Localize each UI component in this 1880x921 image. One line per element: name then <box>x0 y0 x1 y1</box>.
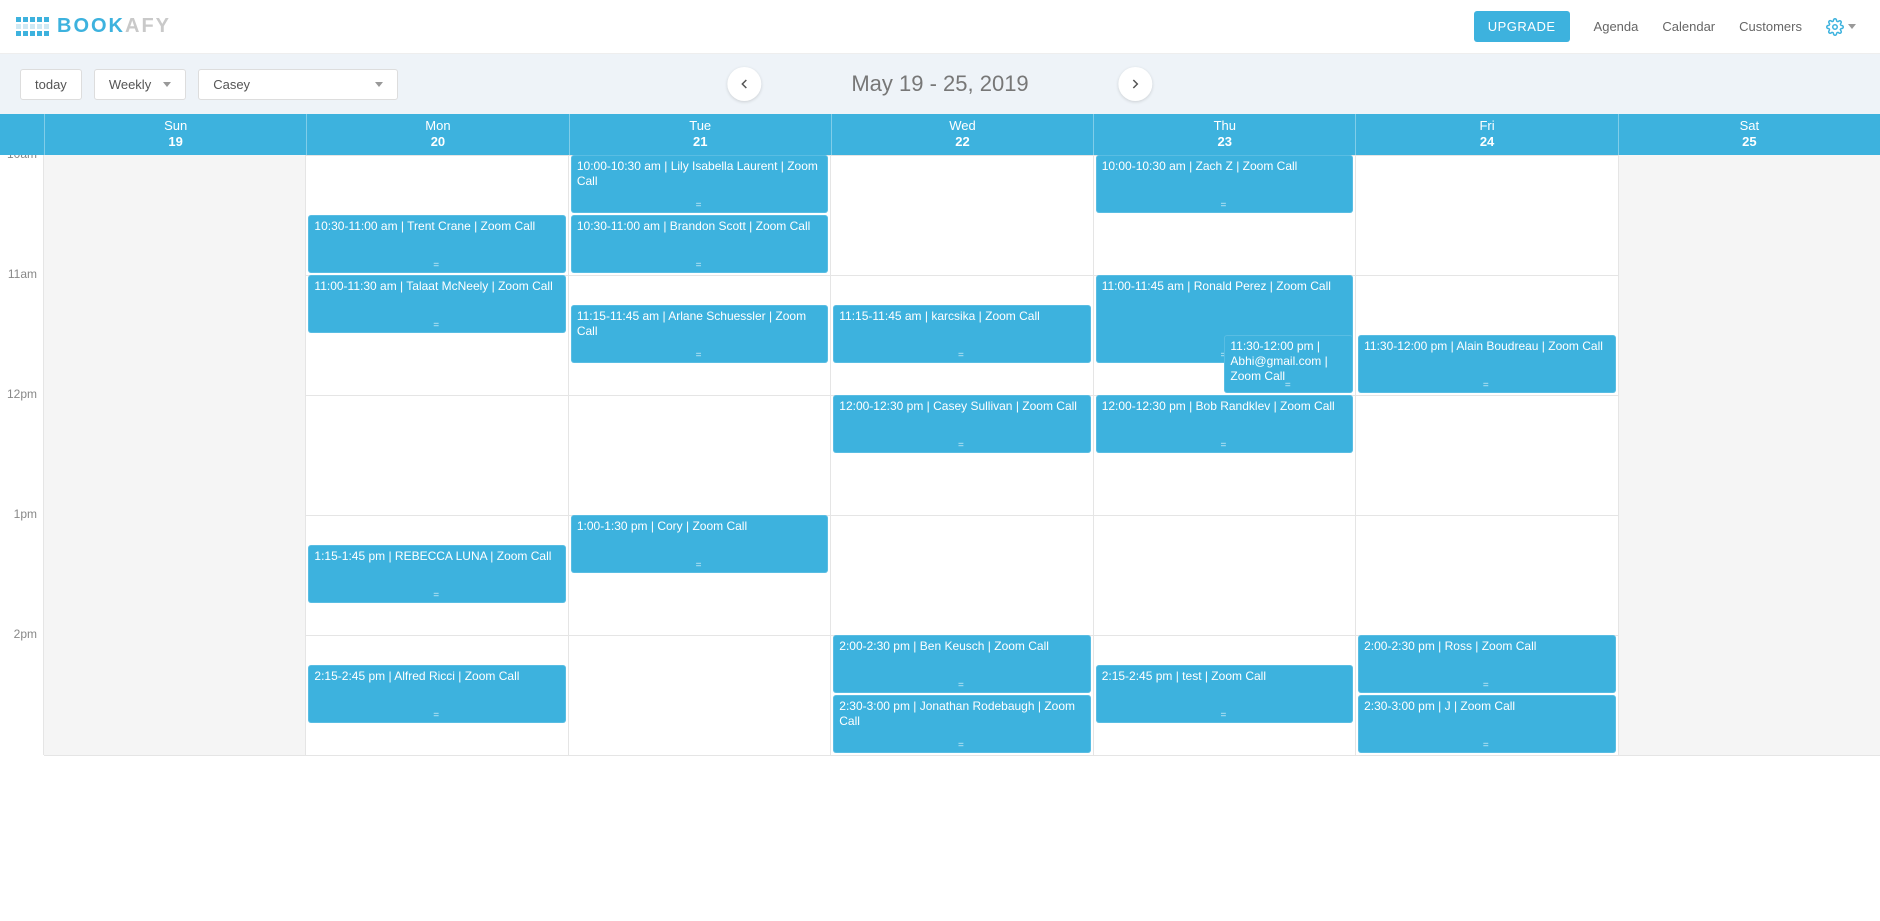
hour-label: 1pm <box>0 507 43 627</box>
calendar-body[interactable]: 10am11am12pm1pm2pm 10:30-11:00 am | Tren… <box>0 155 1880 921</box>
calendar-event[interactable]: 12:00-12:30 pm | Casey Sullivan | Zoom C… <box>833 395 1090 453</box>
resize-handle-icon[interactable]: = <box>696 200 704 213</box>
resize-handle-icon[interactable]: = <box>1285 380 1293 393</box>
settings-menu[interactable] <box>1826 18 1856 36</box>
hour-label: 11am <box>0 267 43 387</box>
day-header[interactable]: Fri24 <box>1355 114 1617 155</box>
calendar-toolbar: today Weekly Casey May 19 - 25, 2019 <box>0 54 1880 114</box>
hour-label: 10am <box>0 155 43 267</box>
day-column[interactable]: 11:15-11:45 am | karcsika | Zoom Call= 12… <box>831 155 1093 755</box>
resize-handle-icon[interactable]: = <box>1483 680 1491 693</box>
calendar-event[interactable]: 1:15-1:45 pm | REBECCA LUNA | Zoom Call= <box>308 545 565 603</box>
day-header[interactable]: Tue21 <box>569 114 831 155</box>
hour-label: 2pm <box>0 627 43 747</box>
resize-handle-icon[interactable]: = <box>1220 710 1228 723</box>
calendar-event[interactable]: 2:00-2:30 pm | Ross | Zoom Call= <box>1358 635 1615 693</box>
resize-handle-icon[interactable]: = <box>958 680 966 693</box>
calendar-event[interactable]: 10:30-11:00 am | Trent Crane | Zoom Call… <box>308 215 565 273</box>
chevron-left-icon <box>739 79 749 89</box>
day-header[interactable]: Sat25 <box>1618 114 1880 155</box>
day-columns: 10:30-11:00 am | Trent Crane | Zoom Call… <box>44 155 1880 755</box>
calendar-event[interactable]: 10:00-10:30 am | Zach Z | Zoom Call= <box>1096 155 1353 213</box>
view-select-label: Weekly <box>109 77 151 92</box>
gear-icon <box>1826 18 1844 36</box>
resize-handle-icon[interactable]: = <box>1483 740 1491 753</box>
prev-week-button[interactable] <box>727 67 761 101</box>
resize-handle-icon[interactable]: = <box>433 590 441 603</box>
day-header[interactable]: Thu23 <box>1093 114 1355 155</box>
chevron-right-icon <box>1131 79 1141 89</box>
calendar-event[interactable]: 12:00-12:30 pm | Bob Randklev | Zoom Cal… <box>1096 395 1353 453</box>
day-column[interactable]: 10:30-11:00 am | Trent Crane | Zoom Call… <box>306 155 568 755</box>
topbar: BOOKAFY UPGRADE Agenda Calendar Customer… <box>0 0 1880 54</box>
caret-down-icon <box>1848 24 1856 29</box>
resize-handle-icon[interactable]: = <box>696 260 704 273</box>
day-column[interactable]: 10:00-10:30 am | Lily Isabella Laurent |… <box>569 155 831 755</box>
resize-handle-icon[interactable]: = <box>958 740 966 753</box>
time-gutter: 10am11am12pm1pm2pm <box>0 155 44 755</box>
date-range-title: May 19 - 25, 2019 <box>851 71 1028 97</box>
caret-down-icon <box>163 82 171 87</box>
day-column[interactable] <box>1619 155 1880 755</box>
today-button[interactable]: today <box>20 69 82 100</box>
staff-select[interactable]: Casey <box>198 69 398 100</box>
upgrade-button[interactable]: UPGRADE <box>1474 11 1570 42</box>
logo[interactable]: BOOKAFY <box>16 15 171 38</box>
resize-handle-icon[interactable]: = <box>696 560 704 573</box>
staff-select-label: Casey <box>213 77 250 92</box>
resize-handle-icon[interactable]: = <box>958 350 966 363</box>
gutter-head <box>0 114 44 155</box>
calendar-event[interactable]: 11:30-12:00 pm | Alain Boudreau | Zoom C… <box>1358 335 1615 393</box>
calendar-event[interactable]: 2:15-2:45 pm | Alfred Ricci | Zoom Call= <box>308 665 565 723</box>
calendar-event[interactable]: 2:15-2:45 pm | test | Zoom Call= <box>1096 665 1353 723</box>
calendar-header: Sun19Mon20Tue21Wed22Thu23Fri24Sat25 <box>0 114 1880 155</box>
calendar-event[interactable]: 2:30-3:00 pm | Jonathan Rodebaugh | Zoom… <box>833 695 1090 753</box>
resize-handle-icon[interactable]: = <box>433 260 441 273</box>
nav-calendar[interactable]: Calendar <box>1662 19 1715 34</box>
next-week-button[interactable] <box>1119 67 1153 101</box>
day-header[interactable]: Wed22 <box>831 114 1093 155</box>
calendar-event[interactable]: 11:30-12:00 pm | Abhi@gmail.com | Zoom C… <box>1224 335 1353 393</box>
logo-icon <box>16 17 49 36</box>
day-column[interactable] <box>44 155 306 755</box>
calendar-event[interactable]: 10:00-10:30 am | Lily Isabella Laurent |… <box>571 155 828 213</box>
resize-handle-icon[interactable]: = <box>696 350 704 363</box>
top-nav: UPGRADE Agenda Calendar Customers <box>1474 11 1856 42</box>
day-column[interactable]: 10:00-10:30 am | Zach Z | Zoom Call=11:0… <box>1094 155 1356 755</box>
resize-handle-icon[interactable]: = <box>433 710 441 723</box>
range-nav: May 19 - 25, 2019 <box>727 67 1152 101</box>
nav-customers[interactable]: Customers <box>1739 19 1802 34</box>
day-header[interactable]: Sun19 <box>44 114 306 155</box>
day-column[interactable]: 11:30-12:00 pm | Alain Boudreau | Zoom C… <box>1356 155 1618 755</box>
calendar-event[interactable]: 1:00-1:30 pm | Cory | Zoom Call= <box>571 515 828 573</box>
hour-label: 12pm <box>0 387 43 507</box>
day-header[interactable]: Mon20 <box>306 114 568 155</box>
calendar-event[interactable]: 11:15-11:45 am | Arlane Schuessler | Zoo… <box>571 305 828 363</box>
calendar-event[interactable]: 10:30-11:00 am | Brandon Scott | Zoom Ca… <box>571 215 828 273</box>
caret-down-icon <box>375 82 383 87</box>
view-select[interactable]: Weekly <box>94 69 186 100</box>
calendar: Sun19Mon20Tue21Wed22Thu23Fri24Sat25 10am… <box>0 114 1880 921</box>
calendar-event[interactable]: 11:15-11:45 am | karcsika | Zoom Call= <box>833 305 1090 363</box>
calendar-event[interactable]: 2:00-2:30 pm | Ben Keusch | Zoom Call= <box>833 635 1090 693</box>
resize-handle-icon[interactable]: = <box>1220 200 1228 213</box>
resize-handle-icon[interactable]: = <box>1220 440 1228 453</box>
nav-agenda[interactable]: Agenda <box>1594 19 1639 34</box>
resize-handle-icon[interactable]: = <box>958 440 966 453</box>
calendar-event[interactable]: 2:30-3:00 pm | J | Zoom Call= <box>1358 695 1615 753</box>
calendar-event[interactable]: 11:00-11:30 am | Talaat McNeely | Zoom C… <box>308 275 565 333</box>
resize-handle-icon[interactable]: = <box>433 320 441 333</box>
logo-text: BOOKAFY <box>57 15 171 38</box>
resize-handle-icon[interactable]: = <box>1483 380 1491 393</box>
